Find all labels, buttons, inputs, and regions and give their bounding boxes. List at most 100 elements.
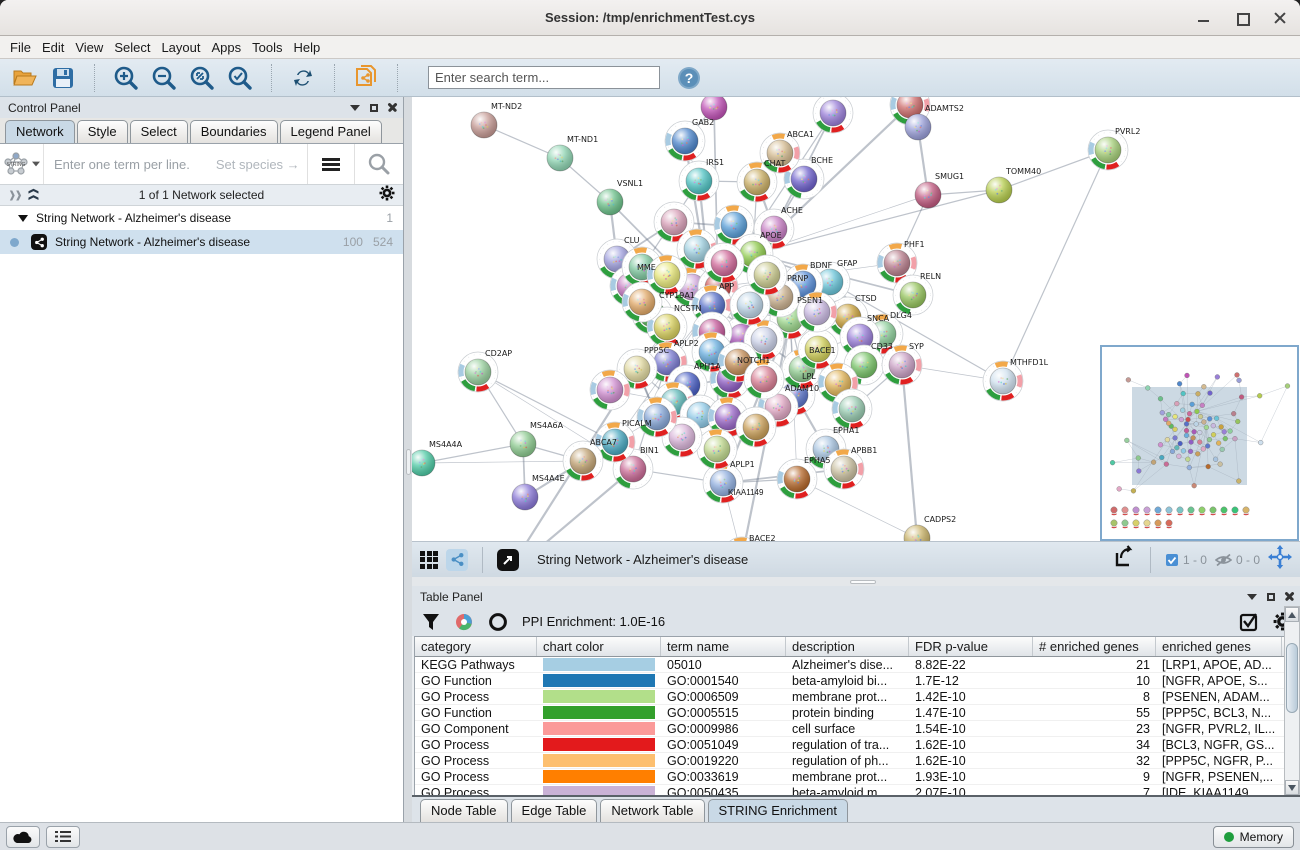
tab-edge-table[interactable]: Edge Table [511,799,598,822]
network-node-aplp1[interactable] [703,463,743,503]
column-header-term-name[interactable]: term name [661,637,786,656]
network-node[interactable] [704,243,744,283]
network-node[interactable] [744,359,784,399]
network-node-cd2ap[interactable] [458,352,498,392]
column-header-fdr-p-value[interactable]: FDR p-value [909,637,1033,656]
export-network-icon[interactable] [1112,545,1136,574]
menu-tools[interactable]: Tools [252,38,291,57]
table-row[interactable]: GO ProcessGO:0006509membrane prot...1.42… [415,689,1285,705]
panel-splitter[interactable] [404,97,412,822]
share-network-icon[interactable] [446,549,468,571]
network-node-cadps2[interactable] [904,525,930,541]
network-node[interactable] [813,97,853,133]
open-session-icon[interactable] [10,63,40,93]
network-collection-row[interactable]: String Network - Alzheimer's disease 1 [0,206,403,230]
string-options-icon[interactable] [322,158,340,171]
column-header--enriched-genes[interactable]: # enriched genes [1033,637,1156,656]
chart-color-icon[interactable] [454,612,474,632]
network-node-irs1[interactable] [679,161,719,201]
float-panel-icon[interactable] [370,104,378,112]
zoom-out-icon[interactable] [149,63,179,93]
scroll-down-icon[interactable] [1285,780,1299,795]
tab-select[interactable]: Select [130,120,188,143]
help-icon[interactable]: ? [674,63,704,93]
network-node-gab2[interactable] [665,121,705,161]
close-icon[interactable] [1274,12,1286,24]
menu-help[interactable]: Help [294,38,330,57]
network-row-selected[interactable]: String Network - Alzheimer's disease 100… [0,230,403,254]
cloud-button[interactable] [6,826,40,848]
network-node-mthfd1l[interactable] [983,361,1023,401]
table-splitter-grip[interactable] [850,580,876,584]
network-list-gear-icon[interactable] [379,185,395,206]
network-node-mt-nd2[interactable] [471,112,497,138]
network-node-ms4a4a[interactable] [412,450,435,476]
zoom-selected-icon[interactable] [225,63,255,93]
column-header-category[interactable]: category [415,637,537,656]
tab-style[interactable]: Style [77,120,128,143]
tab-string-enrichment[interactable]: STRING Enrichment [708,799,848,822]
filter-icon[interactable] [422,613,440,631]
set-species-hint[interactable]: Set species → [216,157,300,172]
collection-expand-icon[interactable] [18,215,28,222]
network-node-mt-nd1[interactable] [547,145,573,171]
network-node-abca7[interactable] [563,441,603,481]
column-header-enriched-genes[interactable]: enriched genes [1156,637,1282,656]
ring-chart-icon[interactable] [488,612,508,632]
tab-boundaries[interactable]: Boundaries [190,120,278,143]
table-row[interactable]: GO FunctionGO:0001540beta-amyloid bi...1… [415,673,1285,689]
table-row[interactable]: GO ProcessGO:0019220regulation of ph...1… [415,753,1285,769]
string-db-dropdown-icon[interactable] [32,162,40,167]
table-row[interactable]: GO ComponentGO:0009986cell surface1.54E-… [415,721,1285,737]
minimize-icon[interactable] [1198,12,1210,24]
table-row[interactable]: GO FunctionGO:0005515protein binding1.47… [415,705,1285,721]
network-node[interactable] [637,397,677,437]
select-all-checkbox-icon[interactable] [1239,612,1259,632]
scroll-up-icon[interactable] [1285,607,1299,622]
menu-select[interactable]: Select [114,38,159,57]
memory-button[interactable]: Memory [1213,826,1294,848]
network-node[interactable] [747,255,787,295]
table-scrollbar[interactable] [1284,606,1300,796]
grid-view-icon[interactable] [420,551,438,569]
network-node-epha5[interactable] [777,459,817,499]
network-node[interactable] [647,255,687,295]
table-panel-menu-icon[interactable] [1247,594,1257,600]
network-node-adamts2[interactable] [905,114,931,140]
column-header-description[interactable]: description [786,637,909,656]
scrollbar-thumb[interactable] [1286,643,1298,713]
zoom-fit-icon[interactable] [187,63,217,93]
birds-eye-view[interactable] [1100,345,1299,541]
pan-tool-icon[interactable] [1268,545,1292,574]
save-session-icon[interactable] [48,63,78,93]
network-node-ms4a4e[interactable] [512,484,538,510]
network-node-tomm40[interactable] [986,177,1012,203]
splitter-grip[interactable] [406,449,411,475]
search-input[interactable] [428,66,660,89]
menu-edit[interactable]: Edit [42,38,73,57]
network-node[interactable] [736,407,776,447]
network-node-syp[interactable] [882,345,922,385]
table-row[interactable]: KEGG Pathways05010Alzheimer's dise...8.8… [415,657,1285,673]
string-query-placeholder[interactable]: Enter one term per line. [54,157,190,172]
task-history-button[interactable] [46,826,80,848]
network-view[interactable]: MT-ND2MT-ND1VSNL1CD2APMS4A6AMS4A4AMS4A4E… [412,97,1300,541]
menu-view[interactable]: View [75,38,112,57]
string-search-icon[interactable] [367,152,391,176]
menu-apps[interactable]: Apps [212,38,251,57]
refresh-icon[interactable] [288,63,318,93]
table-row[interactable]: GO ProcessGO:0033619membrane prot...1.93… [415,769,1285,785]
tab-network[interactable]: Network [5,120,75,143]
network-node-pvrl2[interactable] [1088,130,1128,170]
tab-legend-panel[interactable]: Legend Panel [280,120,382,143]
network-node-vsnl1[interactable] [597,189,623,215]
column-header-chart-color[interactable]: chart color [537,637,661,656]
string-logo-icon[interactable]: STRING [0,144,44,184]
panel-menu-icon[interactable] [350,105,360,111]
menu-file[interactable]: File [10,38,40,57]
table-row[interactable]: GO ProcessGO:0051049regulation of tra...… [415,737,1285,753]
close-panel-icon[interactable] [388,103,397,112]
tab-node-table[interactable]: Node Table [420,799,508,822]
network-node[interactable] [701,97,727,120]
network-node-ms4a6a[interactable] [510,431,536,457]
